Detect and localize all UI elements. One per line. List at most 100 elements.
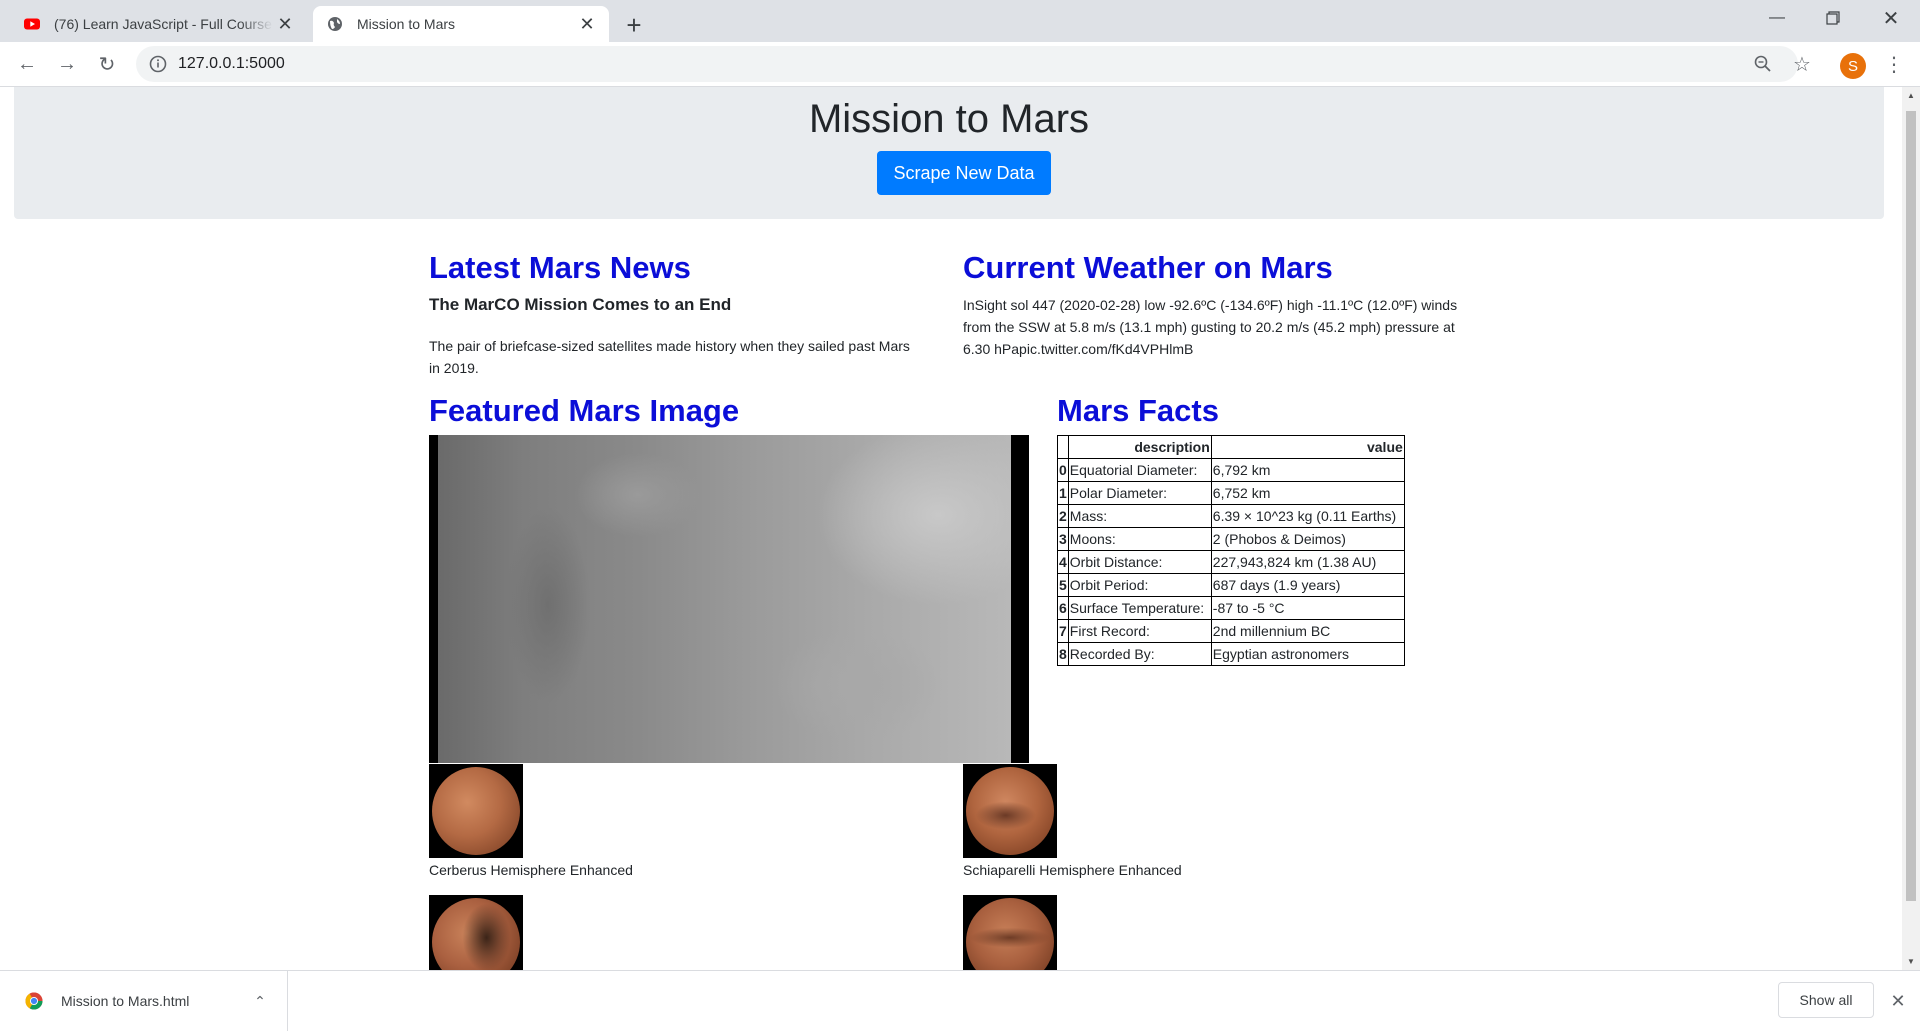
mars-globe-image — [432, 898, 520, 970]
fact-value: Egyptian astronomers — [1210, 642, 1405, 666]
column-header — [1057, 435, 1069, 459]
minimize-icon[interactable]: — — [1754, 0, 1800, 36]
bookmark-star-icon[interactable]: ☆ — [1788, 50, 1816, 78]
vertical-scrollbar[interactable]: ▲ ▼ — [1902, 87, 1920, 970]
zoom-icon[interactable] — [1749, 50, 1777, 78]
table-row: 7 First Record: 2nd millennium BC — [1057, 619, 1405, 643]
hemisphere-card — [963, 895, 1057, 970]
tab-title: (76) Learn JavaScript - Full Course for … — [54, 16, 273, 32]
show-all-button[interactable]: Show all — [1778, 982, 1874, 1018]
fact-description: Recorded By: — [1067, 642, 1212, 666]
menu-kebab-icon[interactable]: ⋮ — [1882, 50, 1906, 78]
jumbotron-header: Mission to Mars Scrape New Data — [14, 87, 1884, 219]
download-shelf: Mission to Mars.html ⌃ Show all ✕ — [0, 970, 1920, 1031]
row-index: 5 — [1057, 573, 1069, 597]
fact-value: 2 (Phobos & Deimos) — [1210, 527, 1405, 551]
new-tab-button[interactable]: + — [618, 9, 650, 41]
address-bar[interactable]: 127.0.0.1:5000 — [136, 46, 1798, 82]
hemisphere-card: Cerberus Hemisphere Enhanced — [429, 764, 633, 878]
fact-value: 6,792 km — [1210, 458, 1405, 482]
hemisphere-thumbnail[interactable] — [963, 764, 1057, 858]
window-close-icon[interactable]: ✕ — [1868, 0, 1914, 36]
mars-facts-table: description value 0 Equatorial Diameter: 6… — [1057, 435, 1405, 666]
fact-description: Mass: — [1067, 504, 1212, 528]
tab-strip: (76) Learn JavaScript - Full Course for … — [0, 0, 1920, 42]
info-icon[interactable] — [148, 54, 168, 74]
row-index: 0 — [1057, 458, 1069, 482]
mars-globe-image — [432, 767, 520, 855]
url-text[interactable]: 127.0.0.1:5000 — [178, 46, 285, 82]
row-index: 7 — [1057, 619, 1069, 643]
chrome-icon — [25, 992, 43, 1010]
hemisphere-thumbnail[interactable] — [429, 895, 523, 970]
hemisphere-title: Cerberus Hemisphere Enhanced — [429, 862, 633, 878]
download-item[interactable]: Mission to Mars.html ⌃ — [0, 971, 288, 1031]
hemisphere-card: Schiaparelli Hemisphere Enhanced — [963, 764, 1182, 878]
fact-description: Polar Diameter: — [1067, 481, 1212, 505]
weather-heading: Current Weather on Mars — [963, 250, 1333, 285]
news-heading: Latest Mars News — [429, 250, 691, 285]
scroll-down-arrow-icon[interactable]: ▼ — [1902, 953, 1920, 969]
column-header: value — [1210, 435, 1405, 459]
chevron-up-icon[interactable]: ⌃ — [250, 989, 270, 1013]
reload-icon[interactable]: ↻ — [91, 48, 123, 80]
row-index: 2 — [1057, 504, 1069, 528]
weather-text: InSight sol 447 (2020-02-28) low -92.6ºC… — [963, 297, 1458, 357]
row-index: 1 — [1057, 481, 1069, 505]
scrollbar-thumb[interactable] — [1906, 111, 1916, 901]
table-row: 8 Recorded By: Egyptian astronomers — [1057, 642, 1405, 666]
fact-description: Surface Temperature: — [1067, 596, 1212, 620]
row-index: 8 — [1057, 642, 1069, 666]
column-header: description — [1067, 435, 1212, 459]
featured-image-heading: Featured Mars Image — [429, 393, 740, 428]
table-row: 6 Surface Temperature: -87 to -5 °C — [1057, 596, 1405, 620]
hemisphere-card — [429, 895, 523, 970]
fact-description: First Record: — [1067, 619, 1212, 643]
news-paragraph: The pair of briefcase-sized satellites m… — [429, 338, 910, 376]
close-tab-icon[interactable]: ✕ — [273, 12, 297, 36]
fact-description: Equatorial Diameter: — [1067, 458, 1212, 482]
row-index: 3 — [1057, 527, 1069, 551]
youtube-icon — [24, 18, 40, 30]
close-tab-icon[interactable]: ✕ — [575, 12, 599, 36]
table-row: 1 Polar Diameter: 6,752 km — [1057, 481, 1405, 505]
fact-description: Orbit Period: — [1067, 573, 1212, 597]
fact-value: -87 to -5 °C — [1210, 596, 1405, 620]
fact-value: 6.39 × 10^23 kg (0.11 Earths) — [1210, 504, 1405, 528]
fact-description: Moons: — [1067, 527, 1212, 551]
table-row: 4 Orbit Distance: 227,943,824 km (1.38 AU) — [1057, 550, 1405, 574]
tab-youtube[interactable]: (76) Learn JavaScript - Full Course for … — [10, 6, 307, 42]
globe-icon — [328, 17, 342, 31]
mars-globe-image — [966, 898, 1054, 970]
browser-toolbar: ← → ↻ 127.0.0.1:5000 ☆ S ⋮ — [0, 42, 1920, 87]
hemisphere-thumbnail[interactable] — [429, 764, 523, 858]
tab-title: Mission to Mars — [357, 16, 456, 32]
page-viewport: Mission to Mars Scrape New Data Latest M… — [0, 87, 1902, 970]
fact-value: 2nd millennium BC — [1210, 619, 1405, 643]
table-row: 3 Moons: 2 (Phobos & Deimos) — [1057, 527, 1405, 551]
fact-value: 687 days (1.9 years) — [1210, 573, 1405, 597]
mars-globe-image — [966, 767, 1054, 855]
forward-arrow-icon[interactable]: → — [51, 48, 83, 80]
hemisphere-title: Schiaparelli Hemisphere Enhanced — [963, 862, 1182, 878]
scrape-new-data-button[interactable]: Scrape New Data — [877, 151, 1051, 195]
scroll-up-arrow-icon[interactable]: ▲ — [1902, 87, 1920, 103]
table-row: 2 Mass: 6.39 × 10^23 kg (0.11 Earths) — [1057, 504, 1405, 528]
table-row: 0 Equatorial Diameter: 6,792 km — [1057, 458, 1405, 482]
tab-mission-to-mars[interactable]: Mission to Mars ✕ — [313, 6, 609, 42]
row-index: 4 — [1057, 550, 1069, 574]
table-header-row: description value — [1057, 435, 1405, 459]
fact-value: 6,752 km — [1210, 481, 1405, 505]
featured-mars-image — [429, 435, 1029, 763]
back-arrow-icon[interactable]: ← — [11, 48, 43, 80]
hemisphere-thumbnail[interactable] — [963, 895, 1057, 970]
restore-icon[interactable] — [1810, 0, 1856, 36]
fact-description: Orbit Distance: — [1067, 550, 1212, 574]
mars-facts-heading: Mars Facts — [1057, 393, 1219, 428]
close-shelf-icon[interactable]: ✕ — [1886, 987, 1910, 1015]
mars-surface-photo — [438, 435, 1011, 763]
page-title: Mission to Mars — [808, 97, 1090, 141]
download-file-name: Mission to Mars.html — [61, 993, 190, 1009]
profile-avatar[interactable]: S — [1840, 53, 1866, 79]
news-title: The MarCO Mission Comes to an End — [429, 295, 732, 314]
